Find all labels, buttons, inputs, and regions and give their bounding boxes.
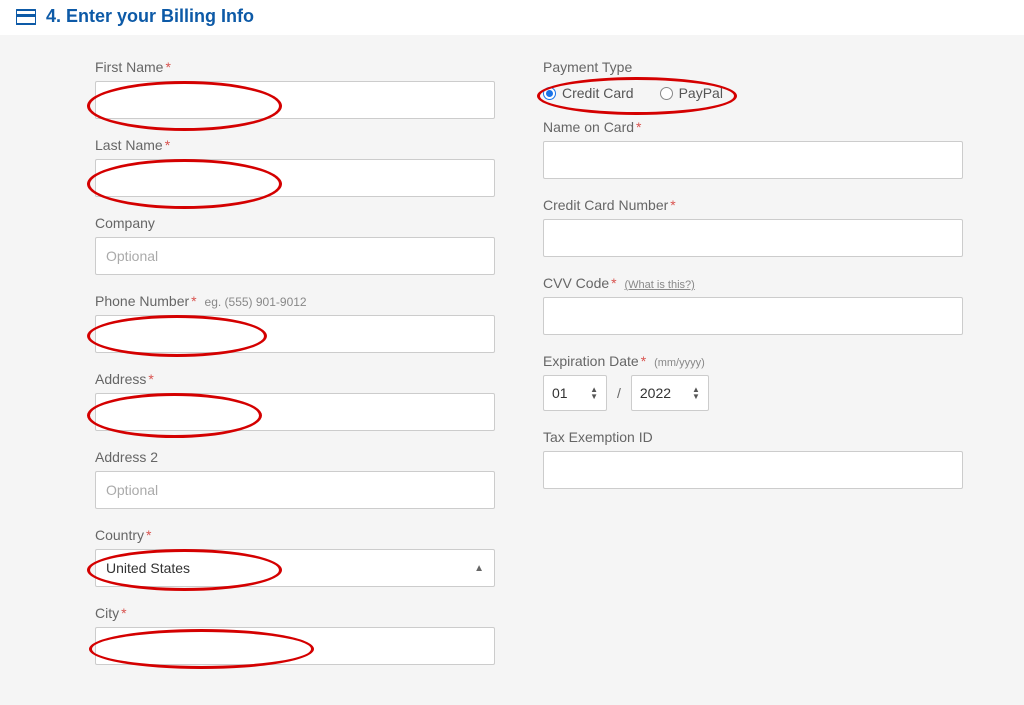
phone-input[interactable] xyxy=(95,315,495,353)
expiration-month-value: 01 xyxy=(552,385,568,401)
required-mark: * xyxy=(636,119,641,135)
caret-up-icon: ▲ xyxy=(474,563,484,574)
label-text: Country xyxy=(95,527,144,543)
required-mark: * xyxy=(121,605,126,621)
billing-address-column: First Name* Last Name* Company Phone Num… xyxy=(95,59,495,665)
cvv-label: CVV Code* (What is this?) xyxy=(543,275,963,291)
section-header: 4. Enter your Billing Info xyxy=(0,0,1024,35)
label-text: Last Name xyxy=(95,137,163,153)
phone-label: Phone Number* eg. (555) 901-9012 xyxy=(95,293,495,309)
country-label: Country* xyxy=(95,527,495,543)
label-text: Phone Number xyxy=(95,293,189,309)
spinner-icon: ▲▼ xyxy=(590,386,598,400)
required-mark: * xyxy=(670,197,675,213)
spinner-icon: ▲▼ xyxy=(692,386,700,400)
phone-field: Phone Number* eg. (555) 901-9012 xyxy=(95,293,495,353)
payment-type-paypal[interactable]: PayPal xyxy=(660,85,723,101)
label-text: Address xyxy=(95,371,146,387)
required-mark: * xyxy=(611,275,616,291)
cvv-input[interactable] xyxy=(543,297,963,335)
country-select[interactable]: United States ▲ xyxy=(95,549,495,587)
last-name-label: Last Name* xyxy=(95,137,495,153)
required-mark: * xyxy=(641,353,646,369)
address2-input[interactable] xyxy=(95,471,495,509)
cc-number-field: Credit Card Number* xyxy=(543,197,963,257)
billing-form: First Name* Last Name* Company Phone Num… xyxy=(0,35,1024,705)
label-text: Credit Card Number xyxy=(543,197,668,213)
required-mark: * xyxy=(165,59,170,75)
company-label: Company xyxy=(95,215,495,231)
cc-number-input[interactable] xyxy=(543,219,963,257)
city-field: City* xyxy=(95,605,495,665)
radio-label: PayPal xyxy=(679,85,723,101)
payment-type-credit[interactable]: Credit Card xyxy=(543,85,634,101)
address-input[interactable] xyxy=(95,393,495,431)
tax-id-input[interactable] xyxy=(543,451,963,489)
label-text: CVV Code xyxy=(543,275,609,291)
expiration-month-select[interactable]: 01 ▲▼ xyxy=(543,375,607,411)
expiration-hint: (mm/yyyy) xyxy=(654,357,705,369)
company-input[interactable] xyxy=(95,237,495,275)
payment-column: Payment Type Credit Card PayPal Name on … xyxy=(543,59,963,665)
payment-type-label: Payment Type xyxy=(543,59,963,75)
first-name-field: First Name* xyxy=(95,59,495,119)
required-mark: * xyxy=(191,293,196,309)
payment-type-field: Payment Type Credit Card PayPal xyxy=(543,59,963,101)
expiration-field: Expiration Date* (mm/yyyy) 01 ▲▼ / 2022 … xyxy=(543,353,963,411)
cvv-help-link[interactable]: (What is this?) xyxy=(625,279,695,291)
expiration-row: 01 ▲▼ / 2022 ▲▼ xyxy=(543,375,963,411)
label-text: City xyxy=(95,605,119,621)
tax-id-label: Tax Exemption ID xyxy=(543,429,963,445)
cvv-field: CVV Code* (What is this?) xyxy=(543,275,963,335)
last-name-input[interactable] xyxy=(95,159,495,197)
last-name-field: Last Name* xyxy=(95,137,495,197)
city-label: City* xyxy=(95,605,495,621)
payment-type-options: Credit Card PayPal xyxy=(543,81,963,101)
tax-id-field: Tax Exemption ID xyxy=(543,429,963,489)
name-on-card-field: Name on Card* xyxy=(543,119,963,179)
radio-icon xyxy=(543,87,556,100)
required-mark: * xyxy=(146,527,151,543)
first-name-input[interactable] xyxy=(95,81,495,119)
address2-label: Address 2 xyxy=(95,449,495,465)
first-name-label: First Name* xyxy=(95,59,495,75)
expiration-year-select[interactable]: 2022 ▲▼ xyxy=(631,375,709,411)
expiration-separator: / xyxy=(617,385,621,401)
card-icon xyxy=(16,9,38,25)
label-text: First Name xyxy=(95,59,163,75)
radio-icon xyxy=(660,87,673,100)
address-label: Address* xyxy=(95,371,495,387)
city-input[interactable] xyxy=(95,627,495,665)
name-on-card-input[interactable] xyxy=(543,141,963,179)
cc-number-label: Credit Card Number* xyxy=(543,197,963,213)
radio-label: Credit Card xyxy=(562,85,634,101)
section-title: 4. Enter your Billing Info xyxy=(46,6,254,27)
label-text: Name on Card xyxy=(543,119,634,135)
expiration-year-value: 2022 xyxy=(640,385,671,401)
required-mark: * xyxy=(148,371,153,387)
required-mark: * xyxy=(165,137,170,153)
label-text: Expiration Date xyxy=(543,353,639,369)
name-on-card-label: Name on Card* xyxy=(543,119,963,135)
address-field: Address* xyxy=(95,371,495,431)
phone-hint: eg. (555) 901-9012 xyxy=(205,295,307,309)
company-field: Company xyxy=(95,215,495,275)
country-field: Country* United States ▲ xyxy=(95,527,495,587)
country-value: United States xyxy=(106,560,190,576)
expiration-label: Expiration Date* (mm/yyyy) xyxy=(543,353,963,369)
address2-field: Address 2 xyxy=(95,449,495,509)
